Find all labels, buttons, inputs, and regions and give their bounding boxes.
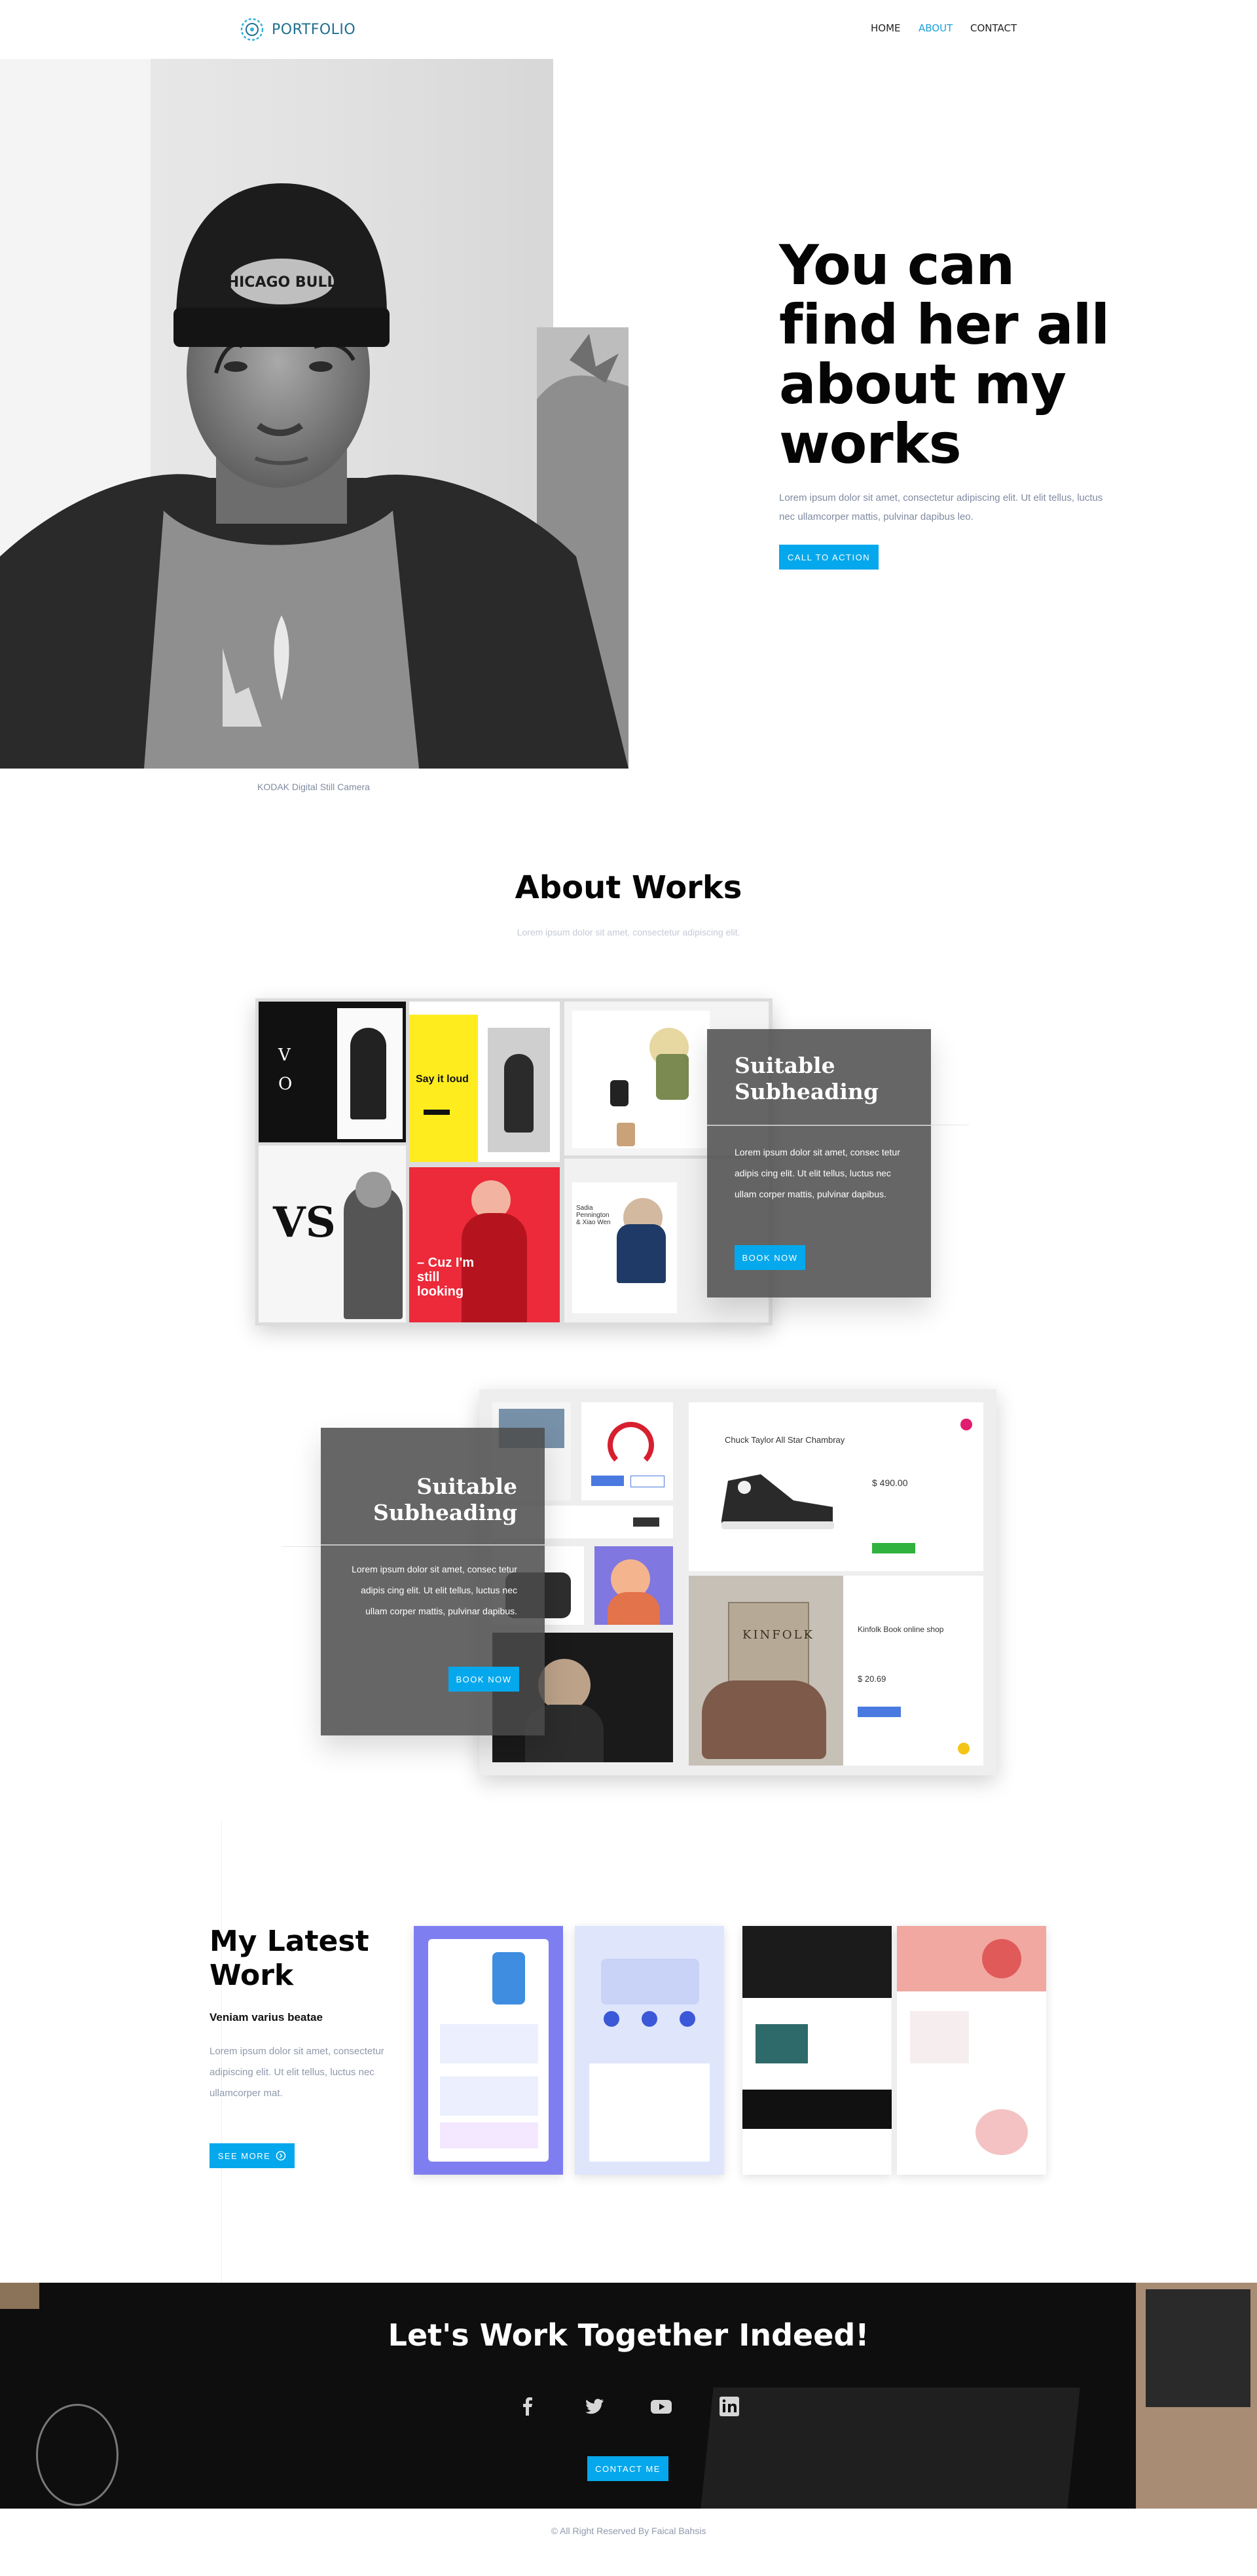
call-to-action-button[interactable]: CALL TO ACTION	[779, 545, 879, 570]
card-divider	[707, 1125, 931, 1126]
card-heading: Suitable Subheading	[735, 1053, 879, 1104]
contact-me-label: CONTACT ME	[595, 2463, 661, 2474]
say-it-loud-text: Say it loud	[416, 1074, 469, 1085]
nav-about[interactable]: ABOUT	[919, 22, 953, 34]
see-more-label: SEE MORE	[217, 2150, 271, 2161]
youtube-icon[interactable]	[649, 2395, 673, 2418]
twitter-icon[interactable]	[583, 2395, 606, 2418]
mockup-tile	[581, 1402, 673, 1500]
mockup-tile: Chuck Taylor All Star Chambray $ 490.00	[689, 1402, 983, 1571]
arrow-circle-right-icon	[276, 2150, 286, 2161]
feature-card-1: Suitable Subheading Lorem ipsum dolor si…	[707, 1029, 931, 1297]
project-collage-2[interactable]: Chuck Taylor All Star Chambray $ 490.00 …	[479, 1389, 996, 1775]
nav-contact[interactable]: CONTACT	[970, 22, 1017, 34]
latest-work-subtitle: Veniam varius beatae	[210, 2011, 323, 2023]
book-now-button[interactable]: BOOK NOW	[448, 1667, 519, 1692]
book-now-label: BOOK NOW	[456, 1674, 512, 1684]
see-more-button[interactable]: SEE MORE	[210, 2143, 295, 2168]
logo-mark-icon	[240, 18, 264, 41]
portfolio-thumb-2[interactable]	[575, 1926, 724, 2175]
cuz-text: – Cuz I'm still looking	[417, 1256, 474, 1299]
cap-text: CHICAGO BULLS	[217, 274, 347, 291]
book-title-text: Kinfolk Book online shop	[858, 1625, 944, 1634]
footer-cta-title: Let's Work Together Indeed!	[388, 2317, 869, 2353]
hero-title: You can find her all about my works	[779, 233, 1110, 476]
portfolio-thumb-3[interactable]	[742, 1926, 892, 2175]
kinfolk-text: KINFOLK	[742, 1628, 814, 1642]
product-name-text: Chuck Taylor All Star Chambray	[725, 1435, 845, 1445]
mockup-tile: – Cuz I'm still looking	[409, 1167, 560, 1322]
card-text: Lorem ipsum dolor sit amet, consec tetur…	[352, 1564, 517, 1616]
card-heading: Suitable Subheading	[373, 1474, 517, 1525]
site-logo[interactable]: PORTFOLIO	[239, 14, 355, 45]
copyright-bar	[0, 2509, 1257, 2576]
hero-photo: CHICAGO BULLS	[0, 59, 628, 769]
project-collage-1[interactable]: VO Say it loud VS – Cuz I'm still lookin…	[255, 998, 773, 1326]
hero-text: Lorem ipsum dolor sit amet, consectetur …	[779, 492, 1103, 522]
card-text: Lorem ipsum dolor sit amet, consec tetur…	[735, 1147, 900, 1199]
mockup-tile: Say it loud	[409, 1002, 560, 1162]
facebook-icon[interactable]	[516, 2395, 539, 2418]
mockup-tile: KINFOLK	[689, 1576, 843, 1766]
book-price-text: $ 20.69	[858, 1674, 886, 1684]
portfolio-thumb-4[interactable]	[897, 1926, 1046, 2175]
nav-home[interactable]: HOME	[871, 22, 901, 34]
contact-me-button[interactable]: CONTACT ME	[587, 2456, 668, 2481]
photo-caption: KODAK Digital Still Camera	[257, 782, 370, 792]
vs-text: VS	[273, 1198, 336, 1247]
mockup-tile: VS	[259, 1146, 406, 1322]
about-works-subtitle: Lorem ipsum dolor sit amet, consectetur …	[517, 927, 740, 937]
card-divider	[321, 1544, 545, 1546]
book-now-label: BOOK NOW	[742, 1252, 798, 1263]
latest-work-text: Lorem ipsum dolor sit amet, consectetur …	[210, 2046, 384, 2099]
book-now-button[interactable]: BOOK NOW	[735, 1245, 805, 1270]
mockup-tile: VO	[259, 1002, 406, 1142]
mockup-tile	[594, 1546, 673, 1625]
product-price-text: $ 490.00	[872, 1478, 908, 1488]
feature-card-2: Suitable Subheading Lorem ipsum dolor si…	[321, 1428, 545, 1735]
copyright-text: © All Right Reserved By Faical Bahsis	[551, 2526, 706, 2536]
fashion-name-text: Sadia Pennington & Xiao Wen	[576, 1205, 611, 1226]
latest-work-title: My Latest Work	[210, 1925, 369, 1992]
call-to-action-label: CALL TO ACTION	[787, 552, 871, 562]
about-works-title: About Works	[515, 869, 742, 906]
portfolio-thumb-1[interactable]	[414, 1926, 563, 2175]
mockup-tile: Kinfolk Book online shop $ 20.69	[843, 1576, 983, 1766]
linkedin-icon[interactable]	[718, 2395, 741, 2418]
logo-text: PORTFOLIO	[272, 21, 356, 38]
